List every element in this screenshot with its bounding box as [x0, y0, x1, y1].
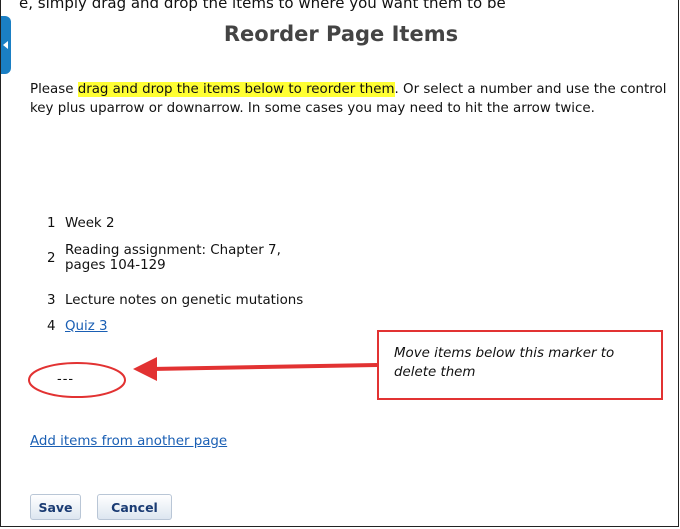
page-title: Reorder Page Items [223, 22, 459, 46]
item-label: Week 2 [65, 216, 115, 231]
delete-marker[interactable]: --- [57, 372, 74, 387]
list-item[interactable]: 2 Reading assignment: Chapter 7, pages 1… [47, 243, 281, 273]
instructions-highlight: drag and drop the items below to reorder… [77, 82, 395, 97]
item-label-line2: pages 104-129 [65, 258, 166, 273]
item-label: Lecture notes on genetic mutations [65, 293, 304, 308]
arrow-shaft [150, 363, 378, 371]
item-number[interactable]: 2 [47, 251, 65, 266]
item-label: Reading assignment: Chapter 7, pages 104… [65, 243, 281, 273]
marker-circle-annotation [28, 362, 126, 398]
add-items-link[interactable]: Add items from another page [30, 434, 227, 449]
annotation-callout: Move items below this marker to delete t… [377, 330, 663, 400]
reorder-dialog: e, simply drag and drop the items to whe… [0, 0, 679, 527]
list-item[interactable]: 3 Lecture notes on genetic mutations [47, 293, 303, 308]
instructions-lead: Please [30, 82, 78, 97]
clipped-heading-text: e, simply drag and drop the items to whe… [19, 0, 506, 12]
item-number[interactable]: 1 [47, 216, 65, 231]
item-number[interactable]: 4 [47, 319, 65, 334]
quiz-link[interactable]: Quiz 3 [65, 319, 108, 334]
save-button[interactable]: Save [30, 494, 81, 520]
arrow-left-icon [133, 357, 157, 381]
list-item[interactable]: 4 Quiz 3 [47, 319, 108, 334]
cancel-button[interactable]: Cancel [97, 494, 172, 520]
item-label-line1: Reading assignment: Chapter 7, [65, 243, 281, 258]
list-item[interactable]: 1 Week 2 [47, 216, 114, 231]
instructions-text: Please drag and drop the items below to … [30, 80, 672, 118]
item-number[interactable]: 3 [47, 293, 65, 308]
